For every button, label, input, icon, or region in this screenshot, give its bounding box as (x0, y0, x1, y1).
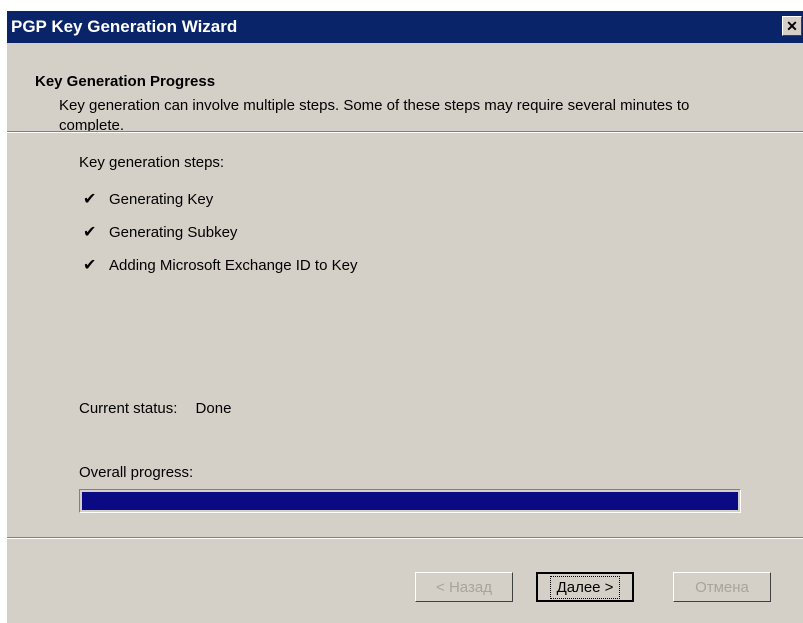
step-item: ✔ Adding Microsoft Exchange ID to Key (83, 255, 357, 275)
next-button-label: Далее > (549, 575, 621, 599)
close-icon: ✕ (786, 18, 798, 34)
wizard-window: PGP Key Generation Wizard ✕ Key Generati… (6, 11, 803, 623)
page-description: Key generation can involve multiple step… (59, 97, 690, 134)
step-label: Adding Microsoft Exchange ID to Key (109, 256, 358, 274)
progress-fill (82, 492, 738, 510)
step-item: ✔ Generating Subkey (83, 222, 237, 242)
header-divider (7, 131, 803, 133)
progress-label: Overall progress: (79, 464, 194, 481)
checkmark-icon: ✔ (83, 257, 97, 274)
status-value: Done (195, 400, 232, 417)
step-label: Generating Key (109, 190, 214, 208)
title-bar[interactable]: PGP Key Generation Wizard ✕ (7, 11, 803, 43)
back-button-label: < Назад (436, 578, 492, 596)
next-button[interactable]: Далее > (536, 572, 634, 602)
window-title: PGP Key Generation Wizard (11, 17, 238, 36)
step-label: Generating Subkey (109, 223, 238, 241)
checkmark-icon: ✔ (83, 224, 97, 241)
steps-label: Key generation steps: (79, 154, 225, 171)
checkmark-icon: ✔ (83, 191, 97, 208)
cancel-button-label: Отмена (695, 578, 749, 596)
current-status: Current status: Done (79, 400, 231, 417)
cancel-button[interactable]: Отмена (673, 572, 771, 602)
overall-progress-bar (79, 489, 741, 513)
wizard-header: Key Generation Progress Key generation c… (7, 43, 803, 142)
status-label: Current status: (79, 400, 178, 417)
footer-divider (7, 537, 803, 539)
page-title: Key Generation Progress (35, 73, 216, 90)
close-button[interactable]: ✕ (782, 16, 802, 36)
step-item: ✔ Generating Key (83, 189, 213, 209)
back-button[interactable]: < Назад (415, 572, 513, 602)
